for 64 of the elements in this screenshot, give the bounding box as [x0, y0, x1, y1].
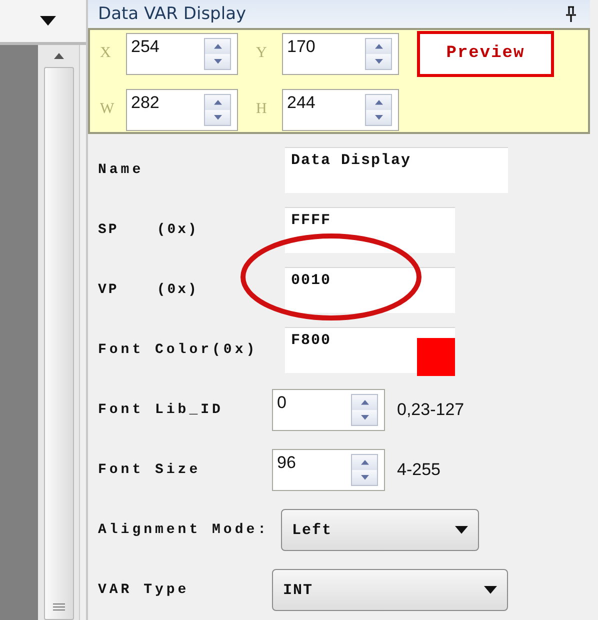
field-label: Font Color(0x) — [98, 342, 259, 358]
panel-title: Data VAR Display — [98, 4, 246, 24]
up-arrow-icon — [214, 100, 222, 105]
grip-icon — [52, 603, 64, 613]
spin-up-button[interactable] — [352, 455, 377, 470]
text-field[interactable]: Data Display — [285, 147, 508, 193]
up-arrow-icon — [374, 100, 382, 105]
spin-field[interactable]: 170 — [282, 32, 399, 75]
caret-icon — [484, 586, 497, 594]
caret-icon — [40, 16, 56, 26]
spin-field[interactable]: 96 — [272, 449, 385, 491]
axis-label: Y — [256, 45, 268, 62]
range-hint: 4-255 — [397, 460, 440, 480]
spin-down-button[interactable] — [205, 110, 230, 125]
down-arrow-icon — [360, 415, 368, 420]
spin-up-button[interactable] — [205, 94, 230, 110]
scrollbar[interactable] — [38, 45, 80, 620]
axis-label: H — [256, 101, 268, 118]
dropdown[interactable]: Left — [281, 509, 480, 551]
spin-up-button[interactable] — [205, 38, 230, 54]
spin-down-button[interactable] — [366, 54, 391, 69]
color-swatch[interactable] — [417, 338, 455, 376]
down-arrow-icon — [214, 58, 222, 64]
text-field[interactable]: 0010 — [285, 267, 455, 313]
down-arrow-icon — [214, 114, 222, 120]
field-label: SP — [98, 222, 119, 238]
axis-label: X — [100, 45, 112, 62]
field-label: Font Lib_ID — [98, 402, 224, 418]
range-hint: 0,23-127 — [397, 400, 464, 420]
up-arrow-icon — [214, 44, 222, 49]
spin-field[interactable]: 282 — [126, 88, 238, 131]
spin-down-button[interactable] — [352, 470, 377, 485]
dropdown-button[interactable] — [0, 0, 86, 45]
field-label: VP — [98, 282, 119, 298]
spin-up-button[interactable] — [352, 395, 377, 410]
down-arrow-icon — [374, 58, 382, 64]
field-label: Font Size — [98, 462, 202, 478]
up-arrow-icon — [374, 44, 382, 49]
spin-down-button[interactable] — [366, 110, 391, 125]
spin-field[interactable]: 0 — [272, 389, 385, 431]
preview-button[interactable]: Preview — [417, 30, 554, 77]
spin-up-button[interactable] — [366, 38, 391, 54]
unit-label: (0x) — [156, 222, 198, 238]
up-arrow-icon — [360, 460, 368, 465]
pin-icon[interactable] — [566, 6, 576, 22]
spin-down-button[interactable] — [352, 410, 377, 425]
spin-field[interactable]: 254 — [126, 32, 238, 75]
down-arrow-icon — [374, 114, 382, 120]
scroll-thumb[interactable] — [44, 67, 74, 620]
field-label: Name — [98, 162, 145, 178]
field-label: Alignment Mode: — [98, 522, 270, 538]
axis-label: W — [100, 101, 114, 118]
unit-label: (0x) — [156, 282, 198, 298]
dropdown[interactable]: INT — [272, 569, 508, 611]
text-field[interactable]: FFFF — [285, 207, 455, 253]
caret-icon — [455, 526, 468, 534]
text-field[interactable]: F800 — [285, 327, 455, 373]
field-label: VAR Type — [98, 582, 190, 598]
down-arrow-icon — [360, 475, 368, 480]
spin-field[interactable]: 244 — [282, 88, 399, 131]
scroll-up-icon — [54, 53, 64, 59]
spin-down-button[interactable] — [205, 54, 230, 69]
up-arrow-icon — [360, 400, 368, 405]
spin-up-button[interactable] — [366, 94, 391, 110]
